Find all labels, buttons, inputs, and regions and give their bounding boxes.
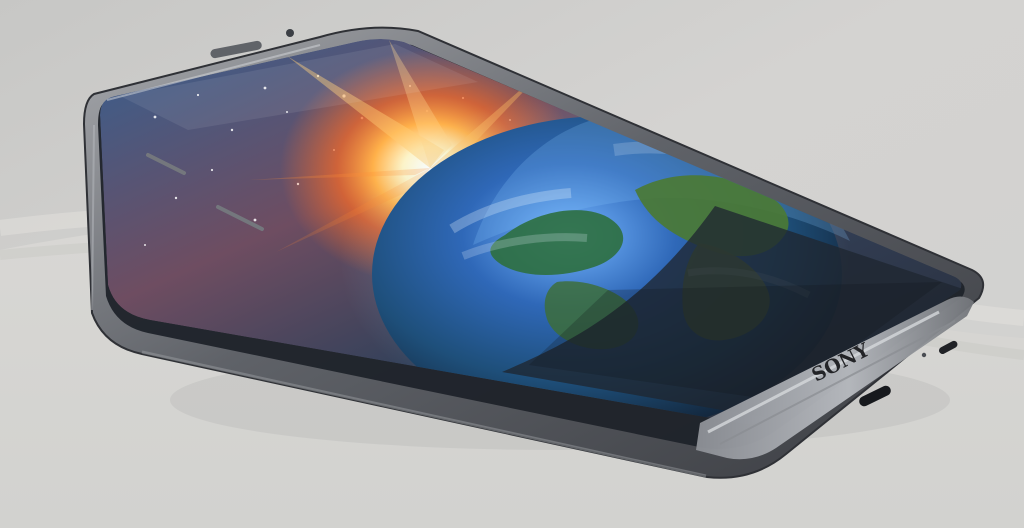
phone-illustration: SONY <box>0 0 1024 528</box>
photo-scene: SONY <box>0 0 1024 528</box>
